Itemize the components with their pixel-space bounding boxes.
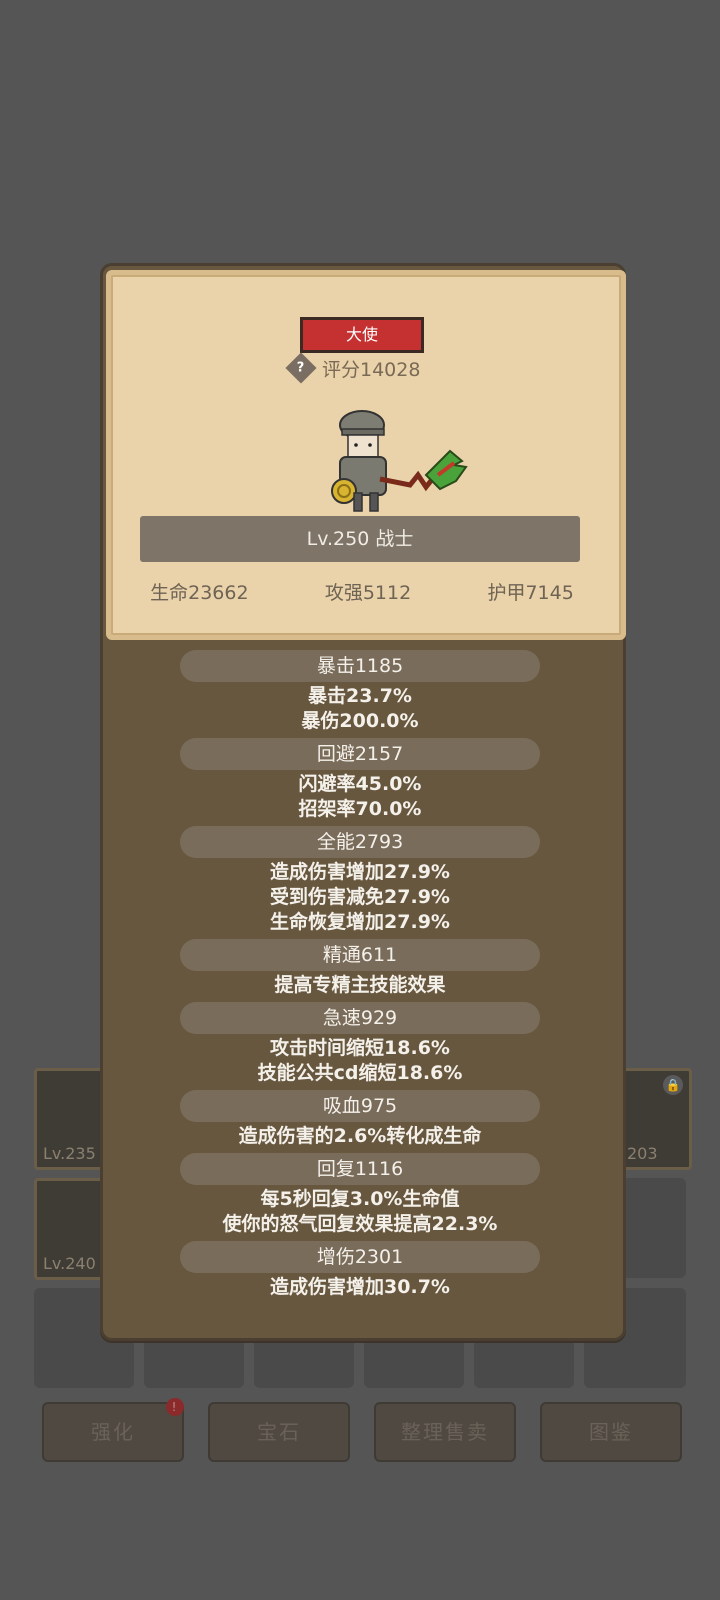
attribute-list: 暴击1185 暴击23.7% 暴伤200.0% 回避2157 闪避率45.0% … [100,650,620,1300]
inventory-slot[interactable] [622,1178,686,1278]
inventory-item-2[interactable]: 🔒 203 [622,1068,692,1170]
inventory-item-1[interactable]: Lv.235 [34,1068,106,1170]
gem-label: 宝石 [257,1420,301,1444]
warrior-character-icon [331,410,468,512]
inventory-slot[interactable] [474,1338,574,1388]
attribute-header-leech: 吸血975 [180,1090,540,1122]
help-icon[interactable]: ? [285,352,317,384]
attribute-header-haste: 急速929 [180,1002,540,1034]
stat-armor: 护甲7145 [487,582,574,604]
score-row: ? 评分14028 [285,352,421,384]
rank-badge: 大使 [300,317,424,353]
codex-button[interactable]: 图鉴 [540,1402,682,1462]
alert-badge-icon: ! [166,1398,184,1416]
attribute-header-versatility: 全能2793 [180,826,540,858]
sort-sell-button[interactable]: 整理售卖 [374,1402,516,1462]
lock-icon: 🔒 [663,1075,683,1095]
attribute-line: 技能公共cd缩短18.6% [257,1062,463,1084]
attribute-line: 暴伤200.0% [301,710,419,732]
attribute-line: 造成伤害增加27.9% [270,861,450,883]
attribute-line: 造成伤害增加30.7% [270,1276,450,1298]
item-level: Lv.240 [43,1254,96,1273]
attribute-header-regen: 回复1116 [180,1153,540,1185]
attribute-header-mastery: 精通611 [180,939,540,971]
sort-sell-label: 整理售卖 [401,1420,489,1444]
attribute-line: 招架率70.0% [298,798,422,820]
stat-attack: 攻强5112 [324,582,412,604]
item-level: Lv.235 [43,1144,96,1163]
attribute-line: 使你的怒气回复效果提高22.3% [222,1213,498,1235]
inventory-slot[interactable] [254,1338,354,1388]
attribute-line: 提高专精主技能效果 [274,974,446,996]
stat-hp: 生命23662 [150,582,249,604]
attribute-header-crit: 暴击1185 [180,650,540,682]
inventory-item-3[interactable]: Lv.240 [34,1178,106,1280]
codex-label: 图鉴 [589,1420,633,1444]
gem-button[interactable]: 宝石 [208,1402,350,1462]
attribute-line: 闪避率45.0% [298,773,422,795]
base-stats-row: 生命23662 攻强5112 护甲7145 [112,578,612,608]
attribute-line: 受到伤害减免27.9% [270,886,450,908]
attribute-line: 造成伤害的2.6%转化成生命 [238,1125,482,1147]
level-class-bar: Lv.250 战士 [140,516,580,562]
score-text: 评分14028 [322,358,421,381]
inventory-slot[interactable] [144,1338,244,1388]
enhance-label: 强化 [91,1420,135,1444]
attribute-line: 生命恢复增加27.9% [270,911,450,933]
inventory-slot[interactable] [364,1338,464,1388]
attribute-header-dodge: 回避2157 [180,738,540,770]
attribute-line: 每5秒回复3.0%生命值 [260,1188,460,1210]
attribute-header-damage-bonus: 增伤2301 [180,1241,540,1273]
enhance-button[interactable]: 强化 ! [42,1398,184,1462]
attribute-line: 攻击时间缩短18.6% [270,1037,450,1059]
item-level: 203 [627,1144,658,1163]
attribute-line: 暴击23.7% [308,685,412,707]
